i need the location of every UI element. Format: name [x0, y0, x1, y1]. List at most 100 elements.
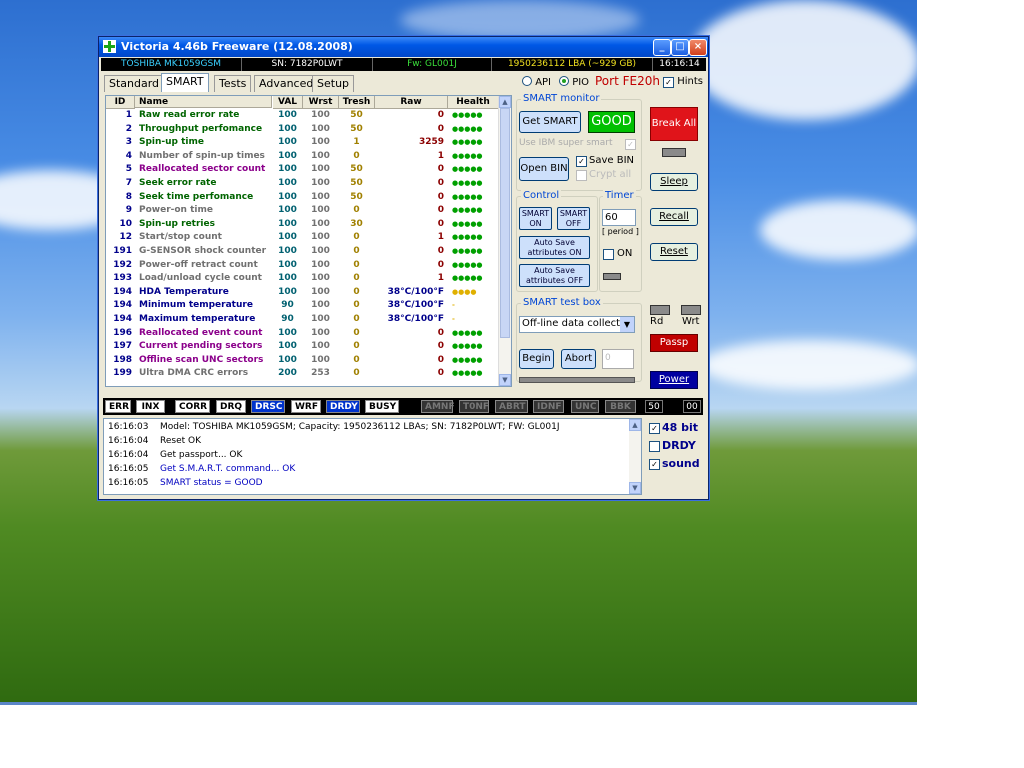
close-button[interactable]: × [689, 39, 707, 56]
log-scrollbar[interactable]: ▲ ▼ [629, 419, 641, 494]
table-row[interactable]: 1 Raw read error rate 100 100 50 0 ●●●●● [106, 109, 498, 123]
bit48-checkbox[interactable]: ✓ [649, 423, 660, 434]
cell-name: Seek error rate [139, 178, 217, 188]
cell-id: 8 [125, 191, 132, 202]
col-tresh[interactable]: Tresh [339, 96, 375, 109]
cell-raw: 0 [437, 327, 444, 338]
table-row[interactable]: 193 Load/unload cycle count 100 100 0 1 ●●●●● [106, 272, 498, 286]
api-radio[interactable]: API [522, 76, 551, 88]
col-wrst[interactable]: Wrst [303, 96, 339, 109]
title-bar[interactable]: Victoria 4.46b Freeware (12.08.2008) _ □… [99, 37, 708, 57]
cell-raw: 0 [437, 191, 444, 202]
table-row[interactable]: 12 Start/stop count 100 100 0 1 ●●●●● [106, 231, 498, 245]
smart-on-button[interactable]: SMART ON [519, 207, 552, 230]
table-row[interactable]: 8 Seek time perfomance 100 100 50 0 ●●●●● [106, 191, 498, 205]
cell-health: ●●●●● [452, 165, 483, 174]
get-smart-button[interactable]: Get SMART [519, 111, 581, 133]
smart-status: GOOD [588, 111, 635, 133]
col-val[interactable]: VAL [273, 96, 303, 109]
table-row[interactable]: 198 Offline scan UNC sectors 100 100 0 0 ●●●●● [106, 354, 498, 368]
table-row[interactable]: 5 Reallocated sector count 100 100 50 0 ●●●●● [106, 163, 498, 177]
open-bin-button[interactable]: Open BIN [519, 157, 569, 181]
table-row[interactable]: 196 Reallocated event count 100 100 0 0 ●●●●● [106, 327, 498, 341]
log-message: Get S.M.A.R.T. command... OK [160, 464, 296, 474]
cell-val: 100 [278, 123, 297, 134]
table-row[interactable]: 194 Minimum temperature 90 100 0 38°C/100°F - [106, 299, 498, 313]
cell-name: HDA Temperature [139, 286, 229, 297]
pio-radio-circle[interactable] [559, 76, 569, 86]
cell-health: ●●●●● [452, 328, 483, 337]
cell-health: - [452, 315, 455, 323]
status-flag: DRDY [326, 400, 360, 413]
tab-standard[interactable]: Standard [104, 75, 165, 92]
table-row[interactable]: 9 Power-on time 100 100 0 0 ●●●●● [106, 204, 498, 218]
timer-on-checkbox[interactable] [603, 249, 614, 260]
break-all-button[interactable]: Break All [650, 107, 698, 141]
pio-radio[interactable]: PIO [559, 76, 589, 88]
reset-button[interactable]: Reset [650, 243, 698, 261]
smart-monitor-label: SMART monitor [521, 93, 602, 104]
cell-raw: 38°C/100°F [387, 286, 444, 297]
cell-name: Power-off retract count [139, 259, 258, 270]
sleep-button[interactable]: Sleep [650, 173, 698, 191]
drdy-checkbox[interactable] [649, 441, 660, 452]
drive-capacity: 1950236112 LBA (~929 GB) [492, 58, 653, 71]
table-scrollbar[interactable]: ▲ ▼ [498, 96, 511, 386]
log-message: Model: TOSHIBA MK1059GSM; Capacity: 1950… [160, 422, 560, 432]
cell-val: 100 [278, 327, 297, 338]
col-raw[interactable]: Raw [375, 96, 448, 109]
log-scroll-up-icon[interactable]: ▲ [629, 419, 641, 431]
timer-input[interactable]: 60 [602, 209, 636, 226]
scroll-down-icon[interactable]: ▼ [499, 374, 511, 386]
minimize-button[interactable]: _ [653, 39, 671, 56]
api-radio-circle[interactable] [522, 76, 532, 86]
auto-save-on-button[interactable]: Auto Save attributes ON [519, 236, 590, 259]
rd-led [650, 305, 670, 315]
table-row[interactable]: 194 Maximum temperature 90 100 0 38°C/100°F - [106, 313, 498, 327]
col-name[interactable]: Name [135, 96, 272, 108]
table-row[interactable]: 199 Ultra DMA CRC errors 200 253 0 0 ●●●●● [106, 367, 498, 381]
victoria-window: Victoria 4.46b Freeware (12.08.2008) _ □… [98, 36, 709, 500]
table-row[interactable]: 2 Throughput perfomance 100 100 50 0 ●●●●● [106, 123, 498, 137]
cell-tresh: 0 [353, 327, 360, 338]
abort-button[interactable]: Abort [561, 349, 596, 369]
table-row[interactable]: 194 HDA Temperature 100 100 0 38°C/100°F ●●●● [106, 286, 498, 300]
cell-tresh: 0 [353, 286, 360, 297]
table-row[interactable]: 192 Power-off retract count 100 100 0 0 ●●●●● [106, 259, 498, 273]
sound-checkbox[interactable]: ✓ [649, 459, 660, 470]
tab-smart[interactable]: SMART [161, 73, 209, 92]
table-row[interactable]: 7 Seek error rate 100 100 50 0 ●●●●● [106, 177, 498, 191]
scroll-up-icon[interactable]: ▲ [499, 96, 511, 108]
passp-button[interactable]: Passp [650, 334, 698, 352]
log-scroll-down-icon[interactable]: ▼ [629, 482, 641, 494]
power-button[interactable]: Power [650, 371, 698, 389]
table-row[interactable]: 4 Number of spin-up times 100 100 0 1 ●●●●● [106, 150, 498, 164]
use-ibm-checkbox[interactable]: ✓ [625, 139, 636, 150]
tab-advanced[interactable]: Advanced [254, 75, 319, 92]
col-health[interactable]: Health [448, 96, 499, 109]
recall-button[interactable]: Recall [650, 208, 698, 226]
scroll-thumb[interactable] [500, 108, 510, 338]
chevron-down-icon[interactable]: ▼ [620, 317, 634, 332]
col-id[interactable]: ID [106, 96, 135, 109]
test-type-select[interactable]: Off-line data collect ▼ [519, 316, 635, 333]
cell-raw: 0 [437, 178, 444, 188]
tab-setup[interactable]: Setup [312, 75, 355, 92]
table-row[interactable]: 197 Current pending sectors 100 100 0 0 ●●●●● [106, 340, 498, 354]
table-row[interactable]: 3 Spin-up time 100 100 1 3259 ●●●●● [106, 136, 498, 150]
hints-check-icon[interactable]: ✓ [663, 77, 674, 88]
smart-off-button[interactable]: SMART OFF [557, 207, 590, 230]
rd-label: Rd [650, 316, 664, 327]
hints-checkbox[interactable]: ✓ Hints [663, 76, 703, 88]
table-row[interactable]: 191 G-SENSOR shock counter 100 100 0 0 ●●●●● [106, 245, 498, 259]
crypt-checkbox[interactable] [576, 170, 587, 181]
control-label: Control [521, 190, 562, 201]
tab-tests[interactable]: Tests [214, 75, 252, 92]
begin-button[interactable]: Begin [519, 349, 554, 369]
auto-save-off-button[interactable]: Auto Save attributes OFF [519, 264, 590, 287]
save-bin-checkbox[interactable]: ✓ [576, 156, 587, 167]
status-flag: T0NF [459, 400, 489, 413]
table-row[interactable]: 10 Spin-up retries 100 100 30 0 ●●●●● [106, 218, 498, 232]
cell-name: Throughput perfomance [139, 123, 263, 134]
maximize-button[interactable]: □ [671, 39, 689, 56]
